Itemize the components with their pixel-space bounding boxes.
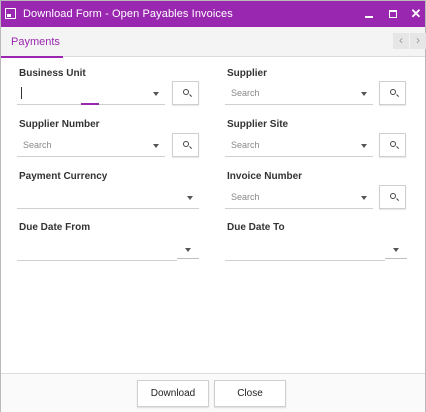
due-date-to-picker-button[interactable]	[385, 241, 407, 259]
supplier-select[interactable]: Search	[225, 83, 373, 105]
search-icon	[390, 141, 396, 147]
close-window-button[interactable]: ✕	[404, 1, 426, 27]
minimize-button[interactable]	[357, 1, 381, 27]
payment-currency-label: Payment Currency	[19, 171, 108, 182]
chevron-down-icon[interactable]	[153, 92, 159, 96]
business-unit-label: Business Unit	[19, 68, 86, 79]
supplier-search-button[interactable]	[379, 81, 406, 105]
tab-scroll-right-button[interactable]: ›	[410, 33, 426, 49]
download-form-dialog: Download Form - Open Payables Invoices ✕…	[0, 0, 426, 412]
chevron-down-icon	[393, 248, 399, 252]
focus-indicator	[81, 103, 99, 105]
due-date-to-label: Due Date To	[227, 222, 285, 233]
supplier-site-select[interactable]: Search	[225, 135, 373, 157]
supplier-site-search-button[interactable]	[379, 133, 406, 157]
due-date-from-input[interactable]	[17, 239, 177, 261]
chevron-down-icon[interactable]	[361, 196, 367, 200]
invoice-number-placeholder: Search	[231, 192, 260, 202]
payment-currency-select[interactable]	[17, 187, 199, 209]
close-button[interactable]: Close	[214, 380, 286, 407]
window-title: Download Form - Open Payables Invoices	[23, 8, 233, 20]
title-bar: Download Form - Open Payables Invoices ✕	[1, 1, 425, 27]
due-date-from-label: Due Date From	[19, 222, 91, 233]
supplier-site-label: Supplier Site	[227, 119, 289, 130]
search-icon	[183, 141, 189, 147]
download-button[interactable]: Download	[137, 380, 209, 407]
active-tab-indicator	[1, 56, 63, 58]
chevron-down-icon[interactable]	[153, 144, 159, 148]
tab-bar: Payments ‹ ›	[1, 27, 426, 58]
chevron-down-icon	[185, 248, 191, 252]
due-date-from-picker-button[interactable]	[177, 241, 199, 259]
chevron-down-icon[interactable]	[187, 196, 193, 200]
maximize-button[interactable]	[381, 1, 405, 27]
business-unit-search-button[interactable]	[172, 81, 199, 105]
dialog-footer: Download Close	[1, 373, 425, 412]
text-cursor	[21, 87, 22, 99]
supplier-label: Supplier	[227, 68, 268, 79]
search-icon	[390, 89, 396, 95]
chevron-down-icon[interactable]	[361, 92, 367, 96]
business-unit-select[interactable]	[17, 83, 165, 105]
search-icon	[183, 89, 189, 95]
supplier-number-placeholder: Search	[23, 140, 52, 150]
invoice-number-search-button[interactable]	[379, 185, 406, 209]
chevron-down-icon[interactable]	[361, 144, 367, 148]
search-icon	[390, 193, 396, 199]
tab-scroll-left-button[interactable]: ‹	[393, 33, 409, 49]
supplier-placeholder: Search	[231, 88, 260, 98]
tab-payments[interactable]: Payments	[1, 27, 63, 58]
due-date-to-input[interactable]	[225, 239, 385, 261]
supplier-number-select[interactable]: Search	[17, 135, 165, 157]
invoice-number-select[interactable]: Search	[225, 187, 373, 209]
invoice-number-label: Invoice Number	[227, 171, 303, 182]
form-window-icon	[5, 8, 16, 19]
supplier-number-label: Supplier Number	[19, 119, 100, 130]
supplier-site-placeholder: Search	[231, 140, 260, 150]
supplier-number-search-button[interactable]	[172, 133, 199, 157]
maximize-icon	[389, 10, 397, 18]
tab-payments-label: Payments	[11, 36, 60, 48]
minimize-icon	[365, 16, 373, 18]
